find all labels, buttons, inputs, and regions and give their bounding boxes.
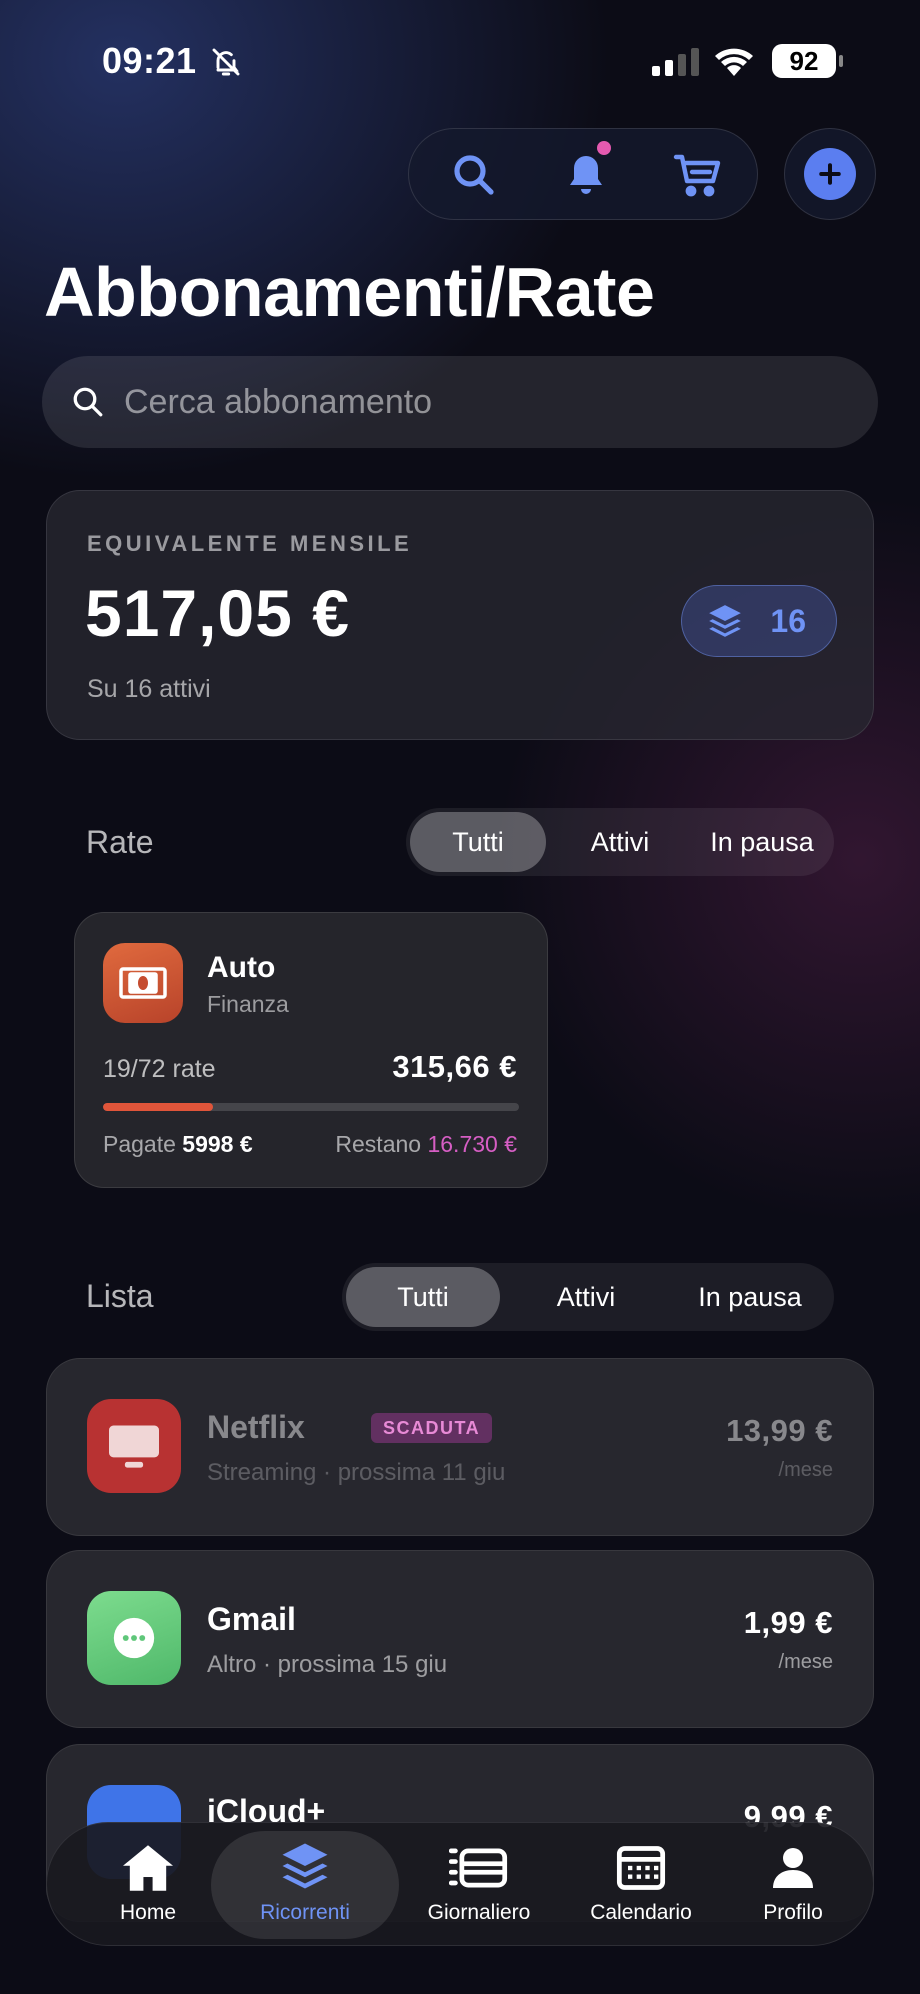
person-icon	[773, 1848, 813, 1888]
layers-icon	[709, 605, 741, 637]
house-icon	[123, 1845, 173, 1891]
list-filter-attivi[interactable]: Attivi	[500, 1267, 672, 1327]
cart-icon	[673, 154, 721, 197]
tv-icon	[87, 1399, 181, 1493]
item-price: 13,99 €	[726, 1413, 833, 1448]
active-count-badge[interactable]: 16	[681, 585, 837, 657]
add-button[interactable]	[784, 128, 876, 220]
tab-label: Profilo	[763, 1901, 823, 1924]
summary-label: EQUIVALENTE MENSILE	[87, 531, 413, 556]
item-name: Gmail	[207, 1601, 296, 1637]
tab-calendario[interactable]: Calendario	[559, 1831, 723, 1939]
search-button[interactable]	[419, 129, 529, 221]
tab-label: Home	[119, 1901, 177, 1924]
item-period: /mese	[778, 1651, 833, 1673]
search-icon	[73, 387, 103, 417]
list-item-netflix[interactable]: Netflix SCADUTA Streaming · prossima 11 …	[46, 1358, 874, 1536]
item-period: /mese	[778, 1459, 833, 1481]
item-subtitle: Streaming · prossima 11 giu	[207, 1459, 506, 1486]
plus-icon	[804, 148, 856, 200]
installment-count: 19/72 rate	[103, 1055, 216, 1083]
monthly-summary-card: EQUIVALENTE MENSILE 517,05 € Su 16 attiv…	[46, 490, 874, 740]
installment-name: Auto	[207, 951, 276, 984]
status-time: 09:21	[102, 40, 197, 81]
rate-filter-in-pausa[interactable]: In pausa	[694, 812, 830, 872]
notification-dot	[597, 141, 611, 155]
tab-home[interactable]: Home	[73, 1831, 223, 1939]
banknote-icon	[103, 943, 183, 1023]
rate-filter-tutti[interactable]: Tutti	[410, 812, 546, 872]
page-title: Abbonamenti/Rate	[44, 253, 655, 331]
daily-list-icon	[449, 1848, 508, 1888]
battery-indicator: 92	[772, 44, 843, 78]
installment-card-auto[interactable]: Auto Finanza 19/72 rate 315,66 € Pagate …	[74, 912, 548, 1188]
notifications-button[interactable]	[531, 129, 641, 221]
search-icon	[454, 155, 494, 195]
installment-amount: 315,66 €	[392, 1049, 517, 1084]
cell-signal-icon	[652, 46, 699, 76]
summary-subtitle: Su 16 attivi	[87, 675, 211, 703]
item-name: Netflix	[207, 1409, 305, 1445]
calendar-icon	[616, 1846, 666, 1890]
bell-muted-icon	[210, 46, 242, 83]
paid-value: 5998 €	[182, 1131, 253, 1157]
tab-ricorrenti[interactable]: Ricorrenti	[211, 1831, 399, 1939]
active-count: 16	[770, 602, 806, 639]
bell-icon	[570, 156, 602, 194]
item-price: 1,99 €	[743, 1605, 833, 1640]
list-filter-in-pausa[interactable]: In pausa	[672, 1267, 828, 1327]
wifi-icon	[712, 44, 756, 83]
installment-remaining: Restano 16.730 €	[335, 1131, 517, 1158]
bottom-tab-bar: Home Ricorrenti Giornaliero Calendario P…	[46, 1822, 874, 1946]
cart-button[interactable]	[643, 129, 753, 221]
search-input[interactable]	[124, 382, 824, 422]
list-item-gmail[interactable]: Gmail Altro · prossima 15 giu 1,99 € /me…	[46, 1550, 874, 1728]
remaining-label: Restano	[335, 1131, 422, 1157]
list-filter-segmented: Tutti Attivi In pausa	[342, 1263, 834, 1331]
list-section-title: Lista	[86, 1278, 154, 1314]
installment-paid: Pagate 5998 €	[103, 1131, 253, 1158]
rate-filter-segmented: Tutti Attivi In pausa	[406, 808, 834, 876]
item-subtitle: Altro · prossima 15 giu	[207, 1651, 448, 1678]
tab-giornaliero[interactable]: Giornaliero	[399, 1831, 559, 1939]
rate-section-title: Rate	[86, 824, 154, 860]
layers-icon	[282, 1843, 328, 1889]
summary-amount: 517,05 €	[85, 576, 350, 650]
installment-category: Finanza	[207, 991, 289, 1017]
more-dots-icon	[87, 1591, 181, 1685]
remaining-value: 16.730 €	[427, 1131, 517, 1157]
expired-badge: SCADUTA	[371, 1413, 493, 1443]
tab-label: Ricorrenti	[260, 1901, 350, 1924]
installment-progress-bar	[103, 1103, 519, 1111]
search-bar[interactable]	[42, 356, 878, 448]
tab-label: Calendario	[590, 1901, 692, 1924]
top-actions-group	[408, 128, 758, 220]
rate-filter-attivi[interactable]: Attivi	[546, 812, 694, 872]
paid-label: Pagate	[103, 1131, 176, 1157]
installment-progress-fill	[103, 1103, 213, 1111]
tab-profilo[interactable]: Profilo	[723, 1831, 863, 1939]
list-filter-tutti[interactable]: Tutti	[346, 1267, 500, 1327]
tab-label: Giornaliero	[427, 1901, 531, 1924]
